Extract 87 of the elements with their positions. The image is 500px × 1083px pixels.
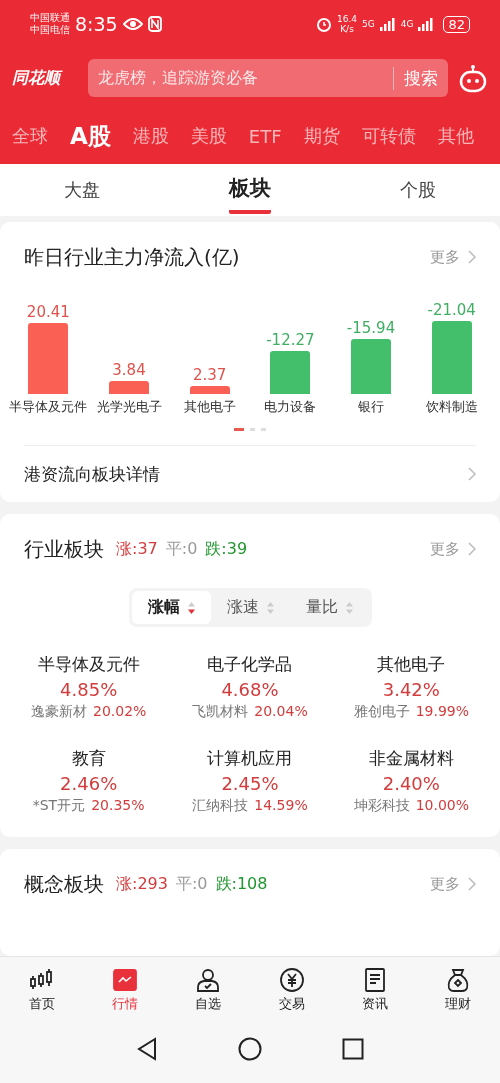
battery-level: 82: [443, 15, 470, 33]
sector-change: 4.68%: [221, 679, 279, 700]
sector-name[interactable]: 半导体及元件: [9, 398, 88, 416]
sort-icon: [266, 601, 274, 614]
chart-icon: [112, 967, 138, 993]
stock-change: 20.02%: [92, 703, 147, 721]
sector-change: 2.46%: [60, 773, 118, 794]
chevron-icon: [468, 467, 476, 481]
network-speed: 16.4: [337, 14, 358, 24]
nav-tab[interactable]: 自选: [178, 967, 239, 1013]
robot-icon[interactable]: [458, 63, 488, 93]
sector-name[interactable]: 饮料制造: [425, 398, 478, 416]
sector-name[interactable]: 电力设备: [264, 398, 317, 416]
flow-value: -12.27: [266, 331, 315, 350]
sort-tab[interactable]: 涨速: [210, 591, 290, 624]
yen-icon: [278, 967, 305, 993]
chevron-icon: [468, 877, 476, 891]
network-type: 5G: [362, 19, 375, 29]
leading-stock: 飞凯材料: [192, 703, 249, 721]
stock-change: 20.04%: [254, 703, 308, 721]
eye-icon: [122, 17, 143, 31]
market-tab[interactable]: A股: [70, 120, 111, 152]
sort-icon: [345, 601, 353, 614]
nav-tab[interactable]: 行情: [95, 967, 155, 1013]
sector-name[interactable]: 半导体及元件: [37, 653, 140, 676]
sector-name[interactable]: 教育: [71, 747, 106, 770]
clock-time: 8:35: [75, 13, 118, 35]
signal-icon: [418, 17, 435, 31]
sector-change: 2.45%: [221, 773, 279, 794]
nav-tab[interactable]: 首页: [11, 967, 72, 1013]
nav-tab[interactable]: 资讯: [344, 967, 405, 1013]
stock-change: 14.59%: [254, 797, 308, 815]
sector-name[interactable]: 电子化学品: [207, 653, 293, 676]
recents-icon[interactable]: [342, 1038, 364, 1060]
section-tab[interactable]: 大盘: [64, 170, 101, 210]
person-icon: [195, 967, 222, 993]
sort-tab[interactable]: 量比: [289, 591, 369, 624]
card-title: 概念板块: [24, 870, 104, 898]
leading-stock: 雅创电子: [353, 703, 410, 721]
sort-icon: [187, 601, 195, 614]
sector-name[interactable]: 计算机应用: [207, 747, 293, 770]
back-icon[interactable]: [136, 1037, 158, 1061]
stock-change: 10.00%: [415, 797, 469, 815]
down-count: 跌:108: [215, 873, 268, 895]
card-title: 昨日行业主力净流入(亿): [24, 243, 240, 271]
signal-icon: [379, 17, 396, 31]
app-logo[interactable]: 同花顺: [12, 67, 78, 89]
card-title: 行业板块: [24, 535, 104, 563]
nav-tab[interactable]: 理财: [428, 967, 489, 1013]
sector-name[interactable]: 银行: [358, 398, 384, 416]
sector-change: 2.40%: [382, 773, 440, 794]
sector-name[interactable]: 非金属材料: [368, 747, 454, 770]
section-tab[interactable]: 个股: [399, 170, 436, 210]
alarm-icon: [316, 16, 332, 32]
chevron-icon: [468, 250, 476, 264]
sector-name[interactable]: 光学光电子: [96, 398, 162, 416]
sector-change: 3.42%: [382, 679, 440, 700]
flat-count: 平:0: [165, 538, 198, 560]
sector-change: 4.85%: [60, 679, 118, 700]
flow-value: 2.37: [192, 365, 227, 384]
leading-stock: 坤彩科技: [353, 797, 410, 815]
flow-value: -15.94: [346, 318, 396, 337]
carrier-name: 中国电信: [30, 24, 70, 36]
flat-count: 平:0: [175, 873, 208, 895]
sector-name[interactable]: 其他电子: [183, 398, 236, 416]
stock-change: 19.99%: [415, 703, 469, 721]
home-icon[interactable]: [238, 1037, 262, 1061]
nav-tab[interactable]: 交易: [261, 967, 322, 1013]
flow-value: -21.04: [427, 301, 476, 319]
speed-unit: K/s: [340, 24, 354, 34]
sector-name[interactable]: 其他电子: [377, 653, 446, 676]
nfc-icon: [147, 16, 162, 32]
up-count: 涨:37: [116, 538, 158, 560]
network-type: 4G: [400, 19, 414, 29]
chevron-icon: [468, 542, 476, 556]
stock-change: 20.35%: [91, 797, 145, 815]
carrier-name: 中国联通: [30, 12, 70, 24]
sort-tab[interactable]: 涨幅: [131, 591, 211, 624]
flow-value: 20.41: [26, 303, 70, 322]
section-tab[interactable]: 板块: [229, 166, 271, 214]
leading-stock: 逸豪新材: [30, 703, 87, 721]
leading-stock: *ST开元: [32, 797, 86, 815]
leading-stock: 汇纳科技: [192, 797, 249, 815]
down-count: 跌:39: [205, 538, 248, 560]
detail-link[interactable]: 港资流向板块详情: [24, 462, 160, 486]
flow-value: 3.84: [112, 360, 146, 379]
up-count: 涨:293: [116, 873, 168, 895]
